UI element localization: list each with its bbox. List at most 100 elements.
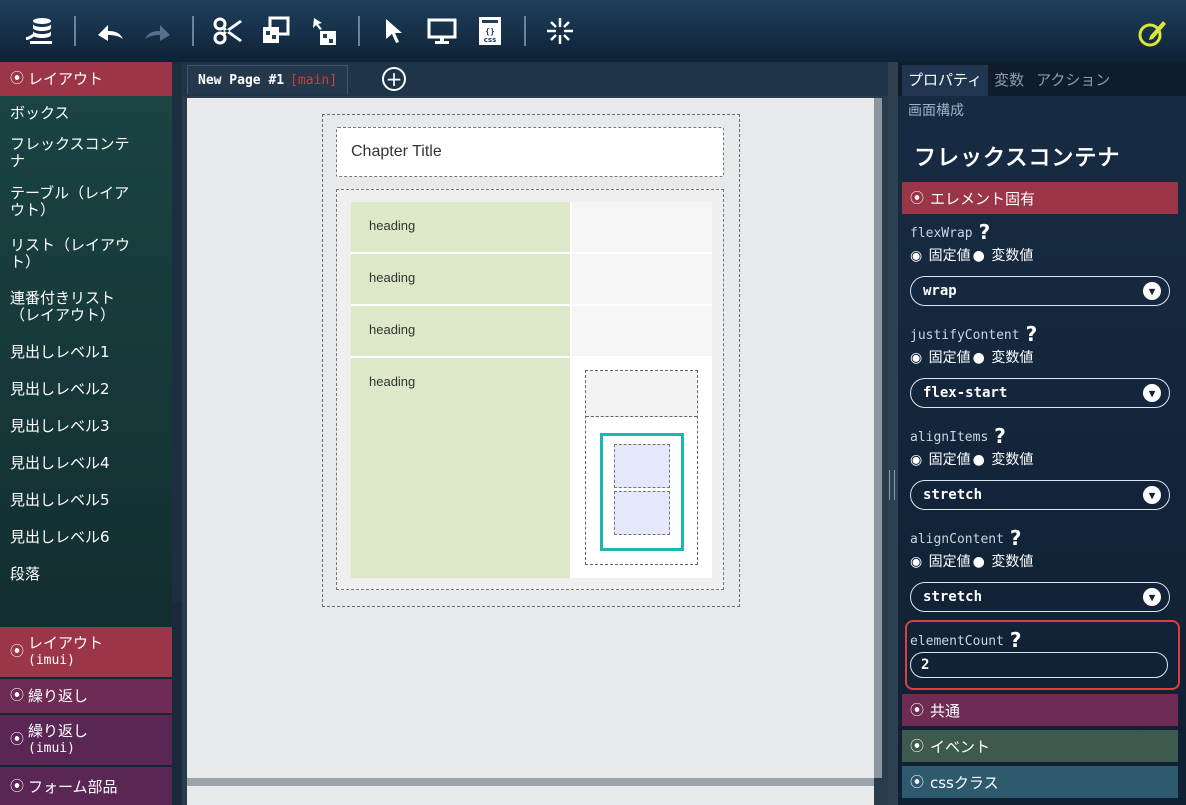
section-label: エレメント固有: [930, 189, 1036, 208]
canvas-vertical-scrollbar[interactable]: [874, 98, 882, 778]
tab-properties[interactable]: プロパティ: [902, 65, 989, 96]
value-mode-radio[interactable]: ◉ 固定値 ● 変数値: [910, 245, 1170, 265]
prop-select[interactable]: stretch ▼: [910, 480, 1170, 510]
heading-cell[interactable]: heading: [351, 202, 570, 252]
tab-actions[interactable]: アクション: [1030, 65, 1116, 96]
prop-select[interactable]: wrap ▼: [910, 276, 1170, 306]
value-mode-radio[interactable]: ◉ 固定値 ● 変数値: [910, 347, 1170, 367]
chapter-title-box[interactable]: Chapter Title: [336, 127, 724, 177]
radio-unselected-icon[interactable]: ●: [973, 452, 985, 468]
radio-var-label: 変数値: [991, 248, 1034, 264]
move-element-icon[interactable]: [300, 7, 348, 55]
property-flexWrap: flexWrap? ◉ 固定値 ● 変数値 wrap ▼: [910, 220, 1170, 306]
heading-cell[interactable]: heading: [351, 306, 570, 356]
radio-selected-icon[interactable]: ◉: [910, 554, 922, 570]
undo-icon[interactable]: [86, 7, 134, 55]
palette-group-text: レイアウト (imui): [28, 635, 103, 669]
canvas-horizontal-scrollbar[interactable]: [187, 778, 874, 786]
value-mode-radio[interactable]: ◉ 固定値 ● 変数値: [910, 449, 1170, 469]
radio-unselected-icon[interactable]: ●: [973, 350, 985, 366]
palette-item-text: リスト（レイアウ: [10, 236, 131, 254]
heading-cell[interactable]: heading: [351, 358, 570, 578]
palette-item[interactable]: フレックスコンテナ: [0, 130, 172, 176]
copy-element-icon[interactable]: [252, 7, 300, 55]
radio-fixed-label: 固定値: [928, 554, 971, 570]
radio-selected-icon[interactable]: ◉: [910, 452, 922, 468]
help-icon[interactable]: ?: [994, 424, 1006, 448]
palette-item-text: 段落: [10, 564, 41, 583]
section-css-class[interactable]: ⦿ cssクラス: [902, 766, 1178, 798]
radio-unselected-icon[interactable]: ●: [973, 554, 985, 570]
palette-item[interactable]: 見出しレベル4: [0, 444, 172, 482]
palette-scrollbar[interactable]: [172, 62, 182, 602]
value-mode-radio[interactable]: ◉ 固定値 ● 変数値: [910, 551, 1170, 571]
selected-flex-container[interactable]: [600, 433, 684, 551]
section-event[interactable]: ⦿ イベント: [902, 730, 1178, 762]
prop-select[interactable]: flex-start ▼: [910, 378, 1170, 408]
prop-name: alignContent: [910, 532, 1004, 547]
palette-item[interactable]: 連番付きリスト （レイアウト）: [0, 280, 172, 334]
design-canvas[interactable]: Chapter Title heading heading heading he…: [187, 98, 874, 805]
section-label: イベント: [930, 737, 991, 756]
palette-group[interactable]: ⦿ 繰り返し (imui): [0, 715, 172, 765]
tab-variables[interactable]: 変数: [988, 65, 1030, 96]
preview-monitor-icon[interactable]: [418, 7, 466, 55]
palette-group[interactable]: ⦿ フォーム部品: [0, 767, 172, 805]
panel-resize-handle[interactable]: [888, 62, 898, 805]
redo-icon[interactable]: [134, 7, 182, 55]
sparkle-icon[interactable]: [536, 7, 584, 55]
palette-group-layout[interactable]: ⦿ レイアウト: [0, 62, 172, 96]
flex-child[interactable]: [614, 444, 670, 488]
database-icon[interactable]: [16, 7, 64, 55]
palette-item[interactable]: リスト（レイアウ ト）: [0, 228, 172, 280]
section-common[interactable]: ⦿ 共通: [902, 694, 1178, 726]
radio-selected-icon[interactable]: ◉: [910, 248, 922, 264]
palette-item-label: テーブル（レイア ウト）: [10, 185, 129, 219]
add-tab-button[interactable]: +: [382, 67, 406, 91]
chevron-right-icon: ⦿: [910, 703, 924, 719]
flex-child[interactable]: [614, 491, 670, 535]
property-alignContent: alignContent? ◉ 固定値 ● 変数値 stretch ▼: [910, 526, 1170, 612]
properties-panel: プロパティ 変数 アクション 画面構成 フレックスコンテナ ⦿ エレメント固有 …: [898, 62, 1186, 805]
nested-box[interactable]: [585, 370, 698, 565]
radio-var-label: 変数値: [991, 554, 1034, 570]
help-icon[interactable]: ?: [1026, 322, 1038, 346]
prop-select-value: stretch: [923, 487, 983, 503]
help-icon[interactable]: ?: [1010, 526, 1022, 550]
palette-item[interactable]: 見出しレベル6: [0, 518, 172, 556]
flex-container[interactable]: heading heading heading heading: [336, 189, 724, 590]
palette-item[interactable]: 見出しレベル1: [0, 334, 172, 370]
nested-box-header[interactable]: [586, 371, 697, 417]
cut-icon[interactable]: [204, 7, 252, 55]
resize-grip-icon[interactable]: [889, 470, 895, 500]
prop-select[interactable]: stretch ▼: [910, 582, 1170, 612]
empty-cell[interactable]: [572, 306, 712, 356]
chapter-title: Chapter Title: [351, 143, 442, 160]
toolbar-divider: [524, 16, 526, 46]
radio-unselected-icon[interactable]: ●: [973, 248, 985, 264]
radio-selected-icon[interactable]: ◉: [910, 350, 922, 366]
select-arrow-icon[interactable]: [370, 7, 418, 55]
palette-group-label: レイアウト: [28, 69, 104, 88]
page-container[interactable]: Chapter Title heading heading heading he…: [322, 114, 740, 607]
edit-pencil-icon[interactable]: [1128, 9, 1176, 57]
css-file-icon[interactable]: {} css: [466, 7, 514, 55]
chevron-down-icon: ⦿: [910, 191, 924, 207]
palette-group-text: 繰り返し: [28, 687, 88, 705]
palette-group[interactable]: ⦿ 繰り返し: [0, 679, 172, 713]
palette-item[interactable]: 見出しレベル2: [0, 370, 172, 408]
help-icon[interactable]: ?: [979, 220, 991, 244]
palette-item[interactable]: 見出しレベル5: [0, 482, 172, 518]
tab-new-page[interactable]: New Page #1 [main]: [187, 65, 349, 94]
palette-item[interactable]: 見出しレベル3: [0, 408, 172, 444]
heading-cell[interactable]: heading: [351, 254, 570, 304]
section-element-specific[interactable]: ⦿ エレメント固有: [902, 182, 1178, 214]
palette-item[interactable]: 段落: [0, 556, 172, 592]
palette-group[interactable]: ⦿ レイアウト (imui): [0, 627, 172, 677]
empty-cell[interactable]: [572, 254, 712, 304]
palette-item-text: 見出しレベル2: [10, 379, 110, 398]
palette-item[interactable]: ボックス: [0, 96, 172, 130]
palette-item[interactable]: テーブル（レイア ウト）: [0, 176, 172, 228]
empty-cell[interactable]: [572, 202, 712, 252]
palette-item-list: ボックス フレックスコンテナテーブル（レイア ウト） リスト（レイアウ ト） 連番付きリス…: [0, 96, 172, 592]
